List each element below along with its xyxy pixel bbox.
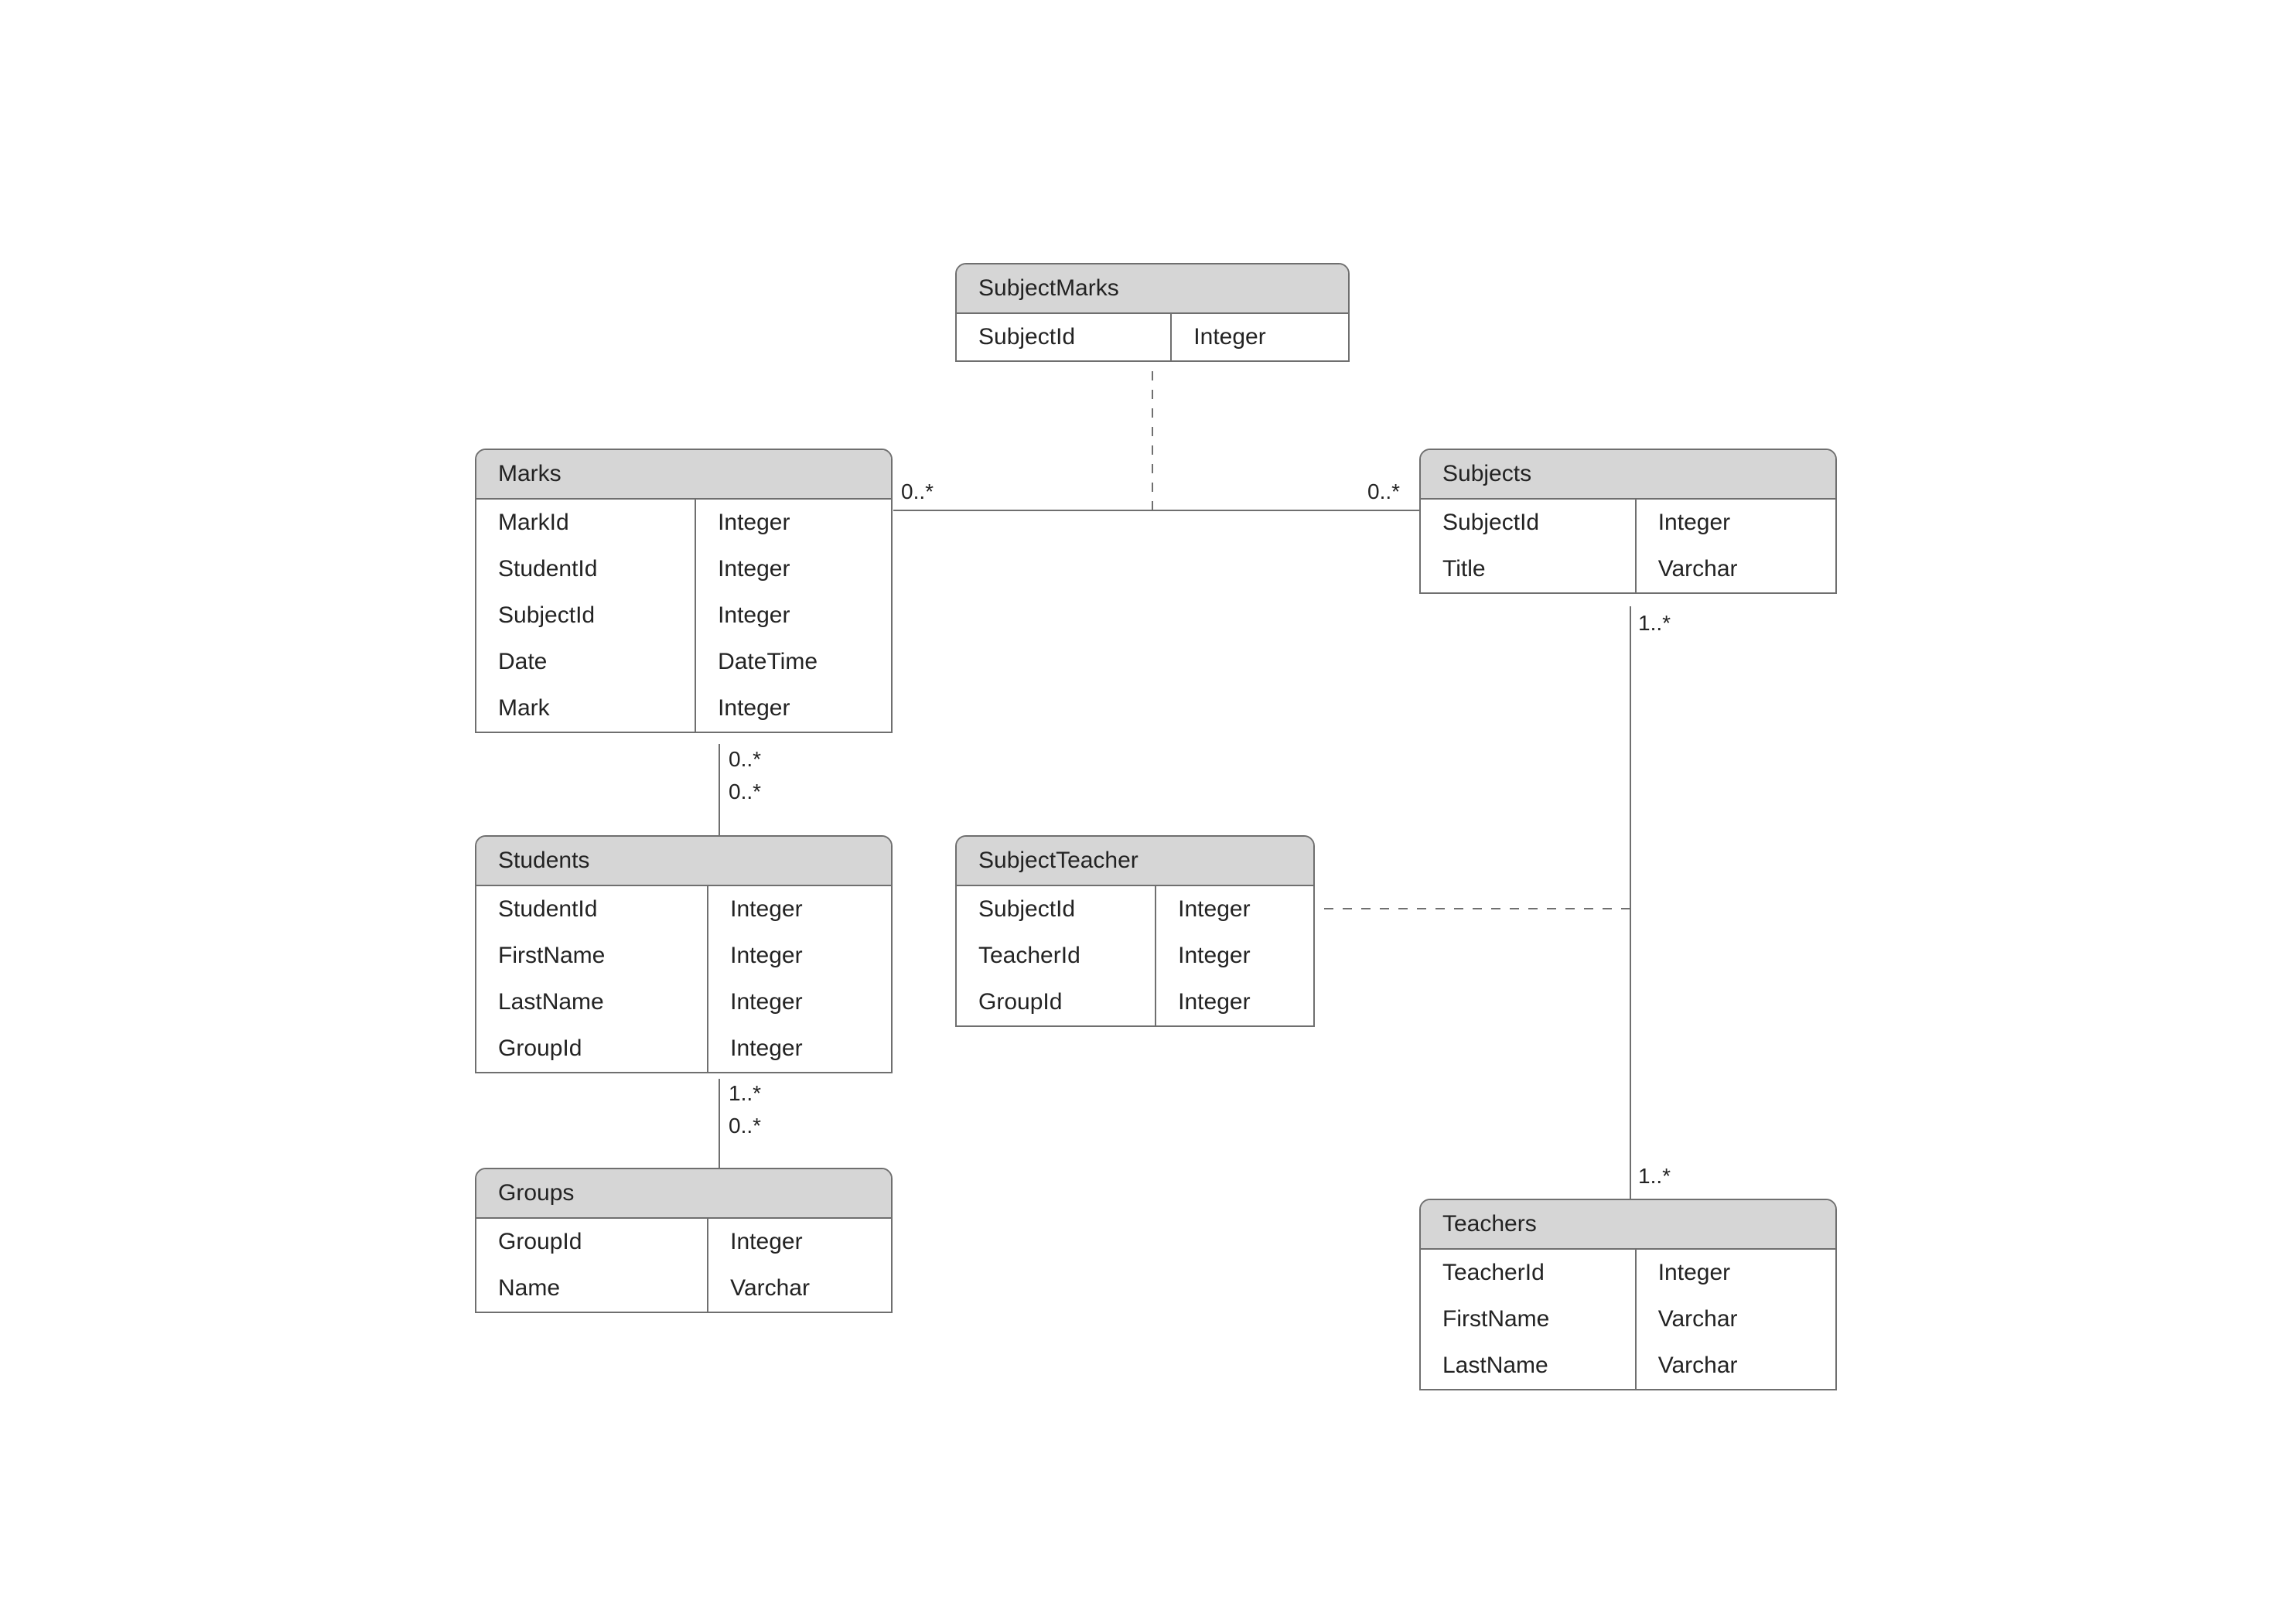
- entity-row: Title Varchar: [1421, 546, 1835, 592]
- entity-subjects[interactable]: Subjects SubjectId Integer Title Varchar: [1419, 449, 1837, 594]
- entity-row: TeacherId Integer: [1421, 1250, 1835, 1296]
- entity-row: FirstName Integer: [476, 933, 891, 979]
- entity-subjectmarks[interactable]: SubjectMarks SubjectId Integer: [955, 263, 1350, 362]
- field-type: Varchar: [1637, 1296, 1835, 1343]
- field-name: MarkId: [476, 500, 696, 546]
- entity-row: StudentId Integer: [476, 546, 891, 592]
- entity-row: TeacherId Integer: [957, 933, 1313, 979]
- field-type: Integer: [696, 546, 891, 592]
- field-name: TeacherId: [1421, 1250, 1637, 1296]
- field-name: LastName: [1421, 1343, 1637, 1389]
- field-type: Varchar: [1637, 546, 1835, 592]
- entity-title: Teachers: [1421, 1200, 1835, 1250]
- field-name: Mark: [476, 685, 696, 732]
- field-name: GroupId: [476, 1025, 708, 1072]
- entity-title: Marks: [476, 450, 891, 500]
- field-name: SubjectId: [476, 592, 696, 639]
- field-type: Integer: [708, 979, 891, 1025]
- entity-groups[interactable]: Groups GroupId Integer Name Varchar: [475, 1168, 893, 1313]
- cardinality-label: 0..*: [729, 747, 761, 772]
- entity-marks[interactable]: Marks MarkId Integer StudentId Integer S…: [475, 449, 893, 733]
- field-type: Integer: [708, 1219, 891, 1265]
- entity-row: GroupId Integer: [957, 979, 1313, 1025]
- cardinality-label: 1..*: [729, 1081, 761, 1106]
- field-name: GroupId: [476, 1219, 708, 1265]
- field-type: Integer: [708, 933, 891, 979]
- cardinality-label: 1..*: [1638, 1164, 1671, 1189]
- entity-row: StudentId Integer: [476, 886, 891, 933]
- entity-row: SubjectId Integer: [957, 314, 1348, 360]
- field-name: Name: [476, 1265, 708, 1312]
- entity-row: FirstName Varchar: [1421, 1296, 1835, 1343]
- cardinality-label: 1..*: [1638, 611, 1671, 636]
- field-type: DateTime: [696, 639, 891, 685]
- field-name: SubjectId: [957, 314, 1172, 360]
- field-type: Varchar: [1637, 1343, 1835, 1389]
- field-type: Integer: [696, 592, 891, 639]
- field-type: Integer: [1156, 886, 1313, 933]
- entity-title: Groups: [476, 1169, 891, 1219]
- field-name: LastName: [476, 979, 708, 1025]
- cardinality-label: 0..*: [1367, 479, 1400, 504]
- cardinality-label: 0..*: [729, 780, 761, 804]
- entity-title: SubjectTeacher: [957, 837, 1313, 886]
- entity-row: Name Varchar: [476, 1265, 891, 1312]
- entity-row: Date DateTime: [476, 639, 891, 685]
- field-type: Integer: [1156, 979, 1313, 1025]
- diagram-canvas: SubjectMarks SubjectId Integer Marks Mar…: [0, 0, 2294, 1624]
- entity-title: SubjectMarks: [957, 264, 1348, 314]
- cardinality-label: 0..*: [729, 1114, 761, 1138]
- entity-students[interactable]: Students StudentId Integer FirstName Int…: [475, 835, 893, 1073]
- entity-row: LastName Integer: [476, 979, 891, 1025]
- field-type: Integer: [1637, 1250, 1835, 1296]
- entity-rows: SubjectId Integer TeacherId Integer Grou…: [957, 886, 1313, 1025]
- field-type: Integer: [1156, 933, 1313, 979]
- field-type: Varchar: [708, 1265, 891, 1312]
- connectors-layer: [0, 0, 2294, 1624]
- field-name: StudentId: [476, 546, 696, 592]
- entity-row: Mark Integer: [476, 685, 891, 732]
- entity-row: MarkId Integer: [476, 500, 891, 546]
- cardinality-label: 0..*: [901, 479, 934, 504]
- field-name: FirstName: [476, 933, 708, 979]
- field-name: FirstName: [1421, 1296, 1637, 1343]
- entity-title: Students: [476, 837, 891, 886]
- field-type: Integer: [696, 500, 891, 546]
- field-name: GroupId: [957, 979, 1156, 1025]
- entity-row: SubjectId Integer: [1421, 500, 1835, 546]
- entity-rows: SubjectId Integer: [957, 314, 1348, 360]
- field-name: SubjectId: [957, 886, 1156, 933]
- entity-row: GroupId Integer: [476, 1219, 891, 1265]
- field-name: TeacherId: [957, 933, 1156, 979]
- field-name: Date: [476, 639, 696, 685]
- entity-rows: GroupId Integer Name Varchar: [476, 1219, 891, 1312]
- field-type: Integer: [708, 1025, 891, 1072]
- field-type: Integer: [708, 886, 891, 933]
- entity-row: SubjectId Integer: [476, 592, 891, 639]
- entity-row: LastName Varchar: [1421, 1343, 1835, 1389]
- entity-rows: StudentId Integer FirstName Integer Last…: [476, 886, 891, 1072]
- entity-rows: TeacherId Integer FirstName Varchar Last…: [1421, 1250, 1835, 1389]
- field-name: Title: [1421, 546, 1637, 592]
- entity-row: SubjectId Integer: [957, 886, 1313, 933]
- field-name: SubjectId: [1421, 500, 1637, 546]
- entity-rows: SubjectId Integer Title Varchar: [1421, 500, 1835, 592]
- entity-subjectteacher[interactable]: SubjectTeacher SubjectId Integer Teacher…: [955, 835, 1315, 1027]
- entity-rows: MarkId Integer StudentId Integer Subject…: [476, 500, 891, 732]
- entity-title: Subjects: [1421, 450, 1835, 500]
- field-name: StudentId: [476, 886, 708, 933]
- field-type: Integer: [1172, 314, 1348, 360]
- field-type: Integer: [1637, 500, 1835, 546]
- entity-teachers[interactable]: Teachers TeacherId Integer FirstName Var…: [1419, 1199, 1837, 1390]
- entity-row: GroupId Integer: [476, 1025, 891, 1072]
- field-type: Integer: [696, 685, 891, 732]
